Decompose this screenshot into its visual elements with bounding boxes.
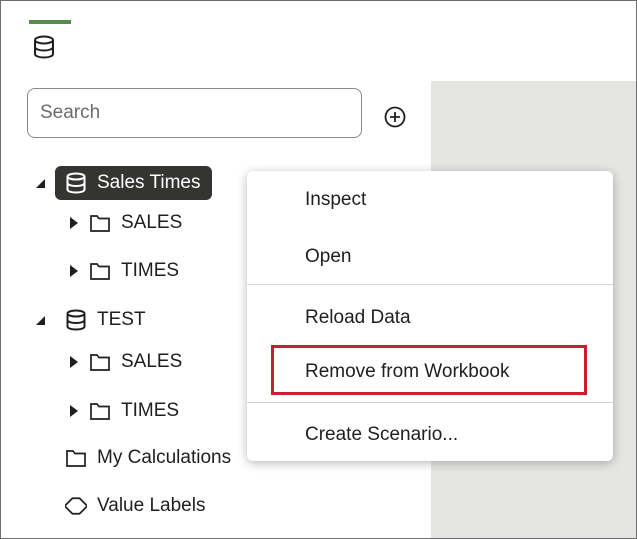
tree-item-label: SALES — [121, 351, 183, 372]
menu-item-reload-data[interactable]: Reload Data — [305, 307, 411, 329]
folder-icon — [90, 354, 110, 371]
search-input[interactable] — [27, 88, 362, 138]
caret-right-icon[interactable] — [67, 264, 81, 278]
data-tab-indicator — [29, 20, 71, 24]
tree-item-my-calculations[interactable]: My Calculations — [65, 447, 231, 469]
tree-item-label: SALES — [121, 212, 183, 233]
context-menu: Inspect Open Reload Data Remove from Wor… — [247, 171, 613, 461]
app-frame: Sales Times SALES TIMES TEST SALES — [0, 0, 637, 539]
menu-divider — [247, 402, 613, 403]
database-icon — [66, 309, 86, 331]
database-icon[interactable] — [33, 35, 55, 59]
menu-item-inspect[interactable]: Inspect — [305, 189, 366, 211]
menu-item-open[interactable]: Open — [305, 246, 351, 268]
tree-item-label: Sales Times — [97, 172, 201, 193]
tree-item-times[interactable]: TIMES — [67, 400, 179, 422]
canvas-header — [431, 1, 636, 81]
menu-item-remove-from-workbook[interactable]: Remove from Workbook — [305, 361, 510, 383]
caret-down-icon[interactable] — [33, 176, 47, 190]
tree-item-label: TIMES — [121, 400, 180, 421]
caret-right-icon[interactable] — [67, 216, 81, 230]
tree-item-sales[interactable]: SALES — [67, 212, 182, 234]
tree-item-times[interactable]: TIMES — [67, 260, 179, 282]
caret-down-icon[interactable] — [33, 313, 47, 327]
caret-right-icon[interactable] — [67, 404, 81, 418]
tree-item-test[interactable]: TEST — [33, 309, 146, 331]
folder-icon — [90, 215, 110, 232]
menu-divider — [247, 284, 613, 285]
tag-icon — [65, 497, 87, 515]
tree-item-label: TIMES — [121, 260, 180, 281]
add-icon[interactable] — [383, 105, 407, 129]
menu-item-create-scenario[interactable]: Create Scenario... — [305, 424, 458, 446]
tree-item-label: Value Labels — [97, 495, 206, 516]
database-icon — [66, 172, 86, 194]
folder-icon — [90, 263, 110, 280]
folder-icon — [66, 450, 86, 467]
tree-item-label: TEST — [97, 309, 146, 330]
tree-item-sales-times[interactable]: Sales Times — [33, 166, 213, 200]
selected-node[interactable]: Sales Times — [55, 166, 213, 200]
tree-item-sales[interactable]: SALES — [67, 351, 182, 373]
caret-right-icon[interactable] — [67, 355, 81, 369]
tree-item-label: My Calculations — [97, 447, 232, 468]
folder-icon — [90, 403, 110, 420]
tree-item-value-labels[interactable]: Value Labels — [65, 495, 205, 517]
